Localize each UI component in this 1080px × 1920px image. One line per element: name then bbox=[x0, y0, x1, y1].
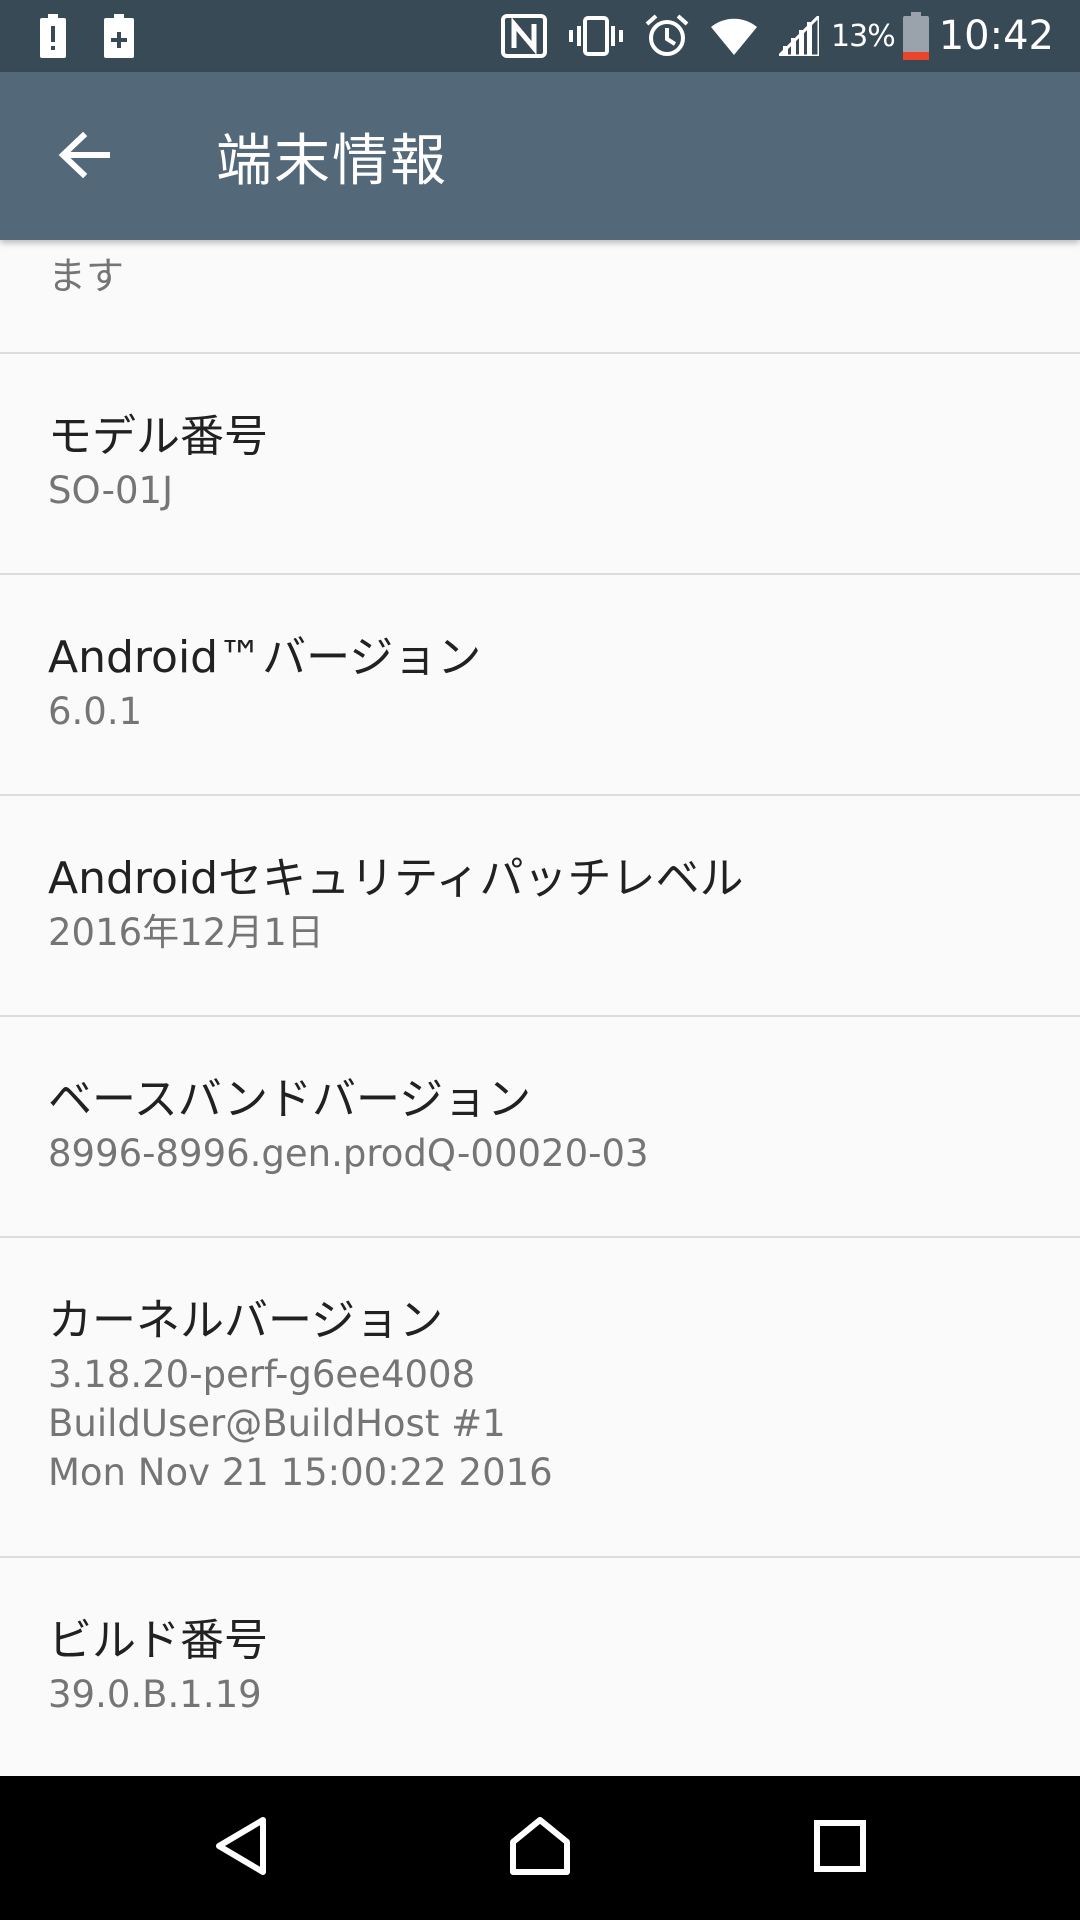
item-title: モデル番号 bbox=[48, 411, 268, 462]
battery-percent: 13% bbox=[831, 18, 896, 54]
divider bbox=[0, 352, 1080, 354]
item-summary: 6.0.1 bbox=[48, 690, 143, 733]
item-summary-line: 3.18.20-perf-g6ee4008 bbox=[48, 1353, 476, 1396]
divider bbox=[0, 573, 1080, 575]
item-summary: SO-01J bbox=[48, 469, 173, 512]
page-title: 端末情報 bbox=[216, 129, 448, 194]
list-item-security-patch-level[interactable]: Androidセキュリティパッチレベル 2016年12月1日 bbox=[0, 853, 1080, 957]
list-item-model-number[interactable]: モデル番号 SO-01J bbox=[0, 411, 1080, 515]
arrow-back-icon bbox=[57, 131, 111, 183]
clock: 10:42 bbox=[938, 13, 1054, 59]
battery-plus-icon bbox=[104, 14, 134, 58]
list-item-kernel-version[interactable]: カーネルバージョン 3.18.20-perf-g6ee4008 BuildUse… bbox=[0, 1295, 1080, 1497]
nfc-icon bbox=[501, 14, 548, 58]
list-item-clipped: ます bbox=[48, 252, 124, 300]
divider bbox=[0, 1236, 1080, 1238]
status-bar-left bbox=[40, 14, 172, 58]
nav-home-icon bbox=[508, 1816, 572, 1880]
item-title: Android™バージョン bbox=[48, 632, 482, 683]
app-bar: 端末情報 bbox=[0, 72, 1080, 240]
item-title: Androidセキュリティパッチレベル bbox=[48, 853, 744, 904]
item-title: ビルド番号 bbox=[48, 1615, 268, 1666]
item-summary-line: Mon Nov 21 15:00:22 2016 bbox=[48, 1451, 553, 1494]
list-item-build-number[interactable]: ビルド番号 39.0.B.1.19 bbox=[0, 1615, 1080, 1719]
clipped-summary: ます bbox=[48, 254, 125, 298]
screen: 13% 10:42 端末情報 ます モデル番号 SO-01J Android™バ… bbox=[0, 0, 1080, 1920]
item-title: ベースバンドバージョン bbox=[48, 1074, 532, 1125]
nav-recents-button[interactable] bbox=[780, 1798, 900, 1898]
nav-back-button[interactable] bbox=[181, 1798, 301, 1898]
navigation-bar bbox=[0, 1776, 1080, 1920]
nav-home-button[interactable] bbox=[480, 1798, 600, 1898]
nav-recents-icon bbox=[814, 1820, 866, 1876]
item-summary-line: BuildUser@BuildHost #1 bbox=[48, 1402, 506, 1445]
nav-back-icon bbox=[213, 1816, 269, 1880]
settings-list[interactable]: ます モデル番号 SO-01J Android™バージョン 6.0.1 Andr… bbox=[0, 240, 1080, 1776]
list-item-android-version[interactable]: Android™バージョン 6.0.1 bbox=[0, 632, 1080, 736]
item-title: カーネルバージョン bbox=[48, 1295, 444, 1346]
divider bbox=[0, 1556, 1080, 1558]
item-summary: 8996-8996.gen.prodQ-00020-03 bbox=[48, 1132, 649, 1175]
item-summary: 39.0.B.1.19 bbox=[48, 1673, 262, 1716]
vibrate-icon bbox=[569, 16, 624, 56]
divider bbox=[0, 1015, 1080, 1017]
back-button[interactable] bbox=[34, 112, 134, 202]
status-bar-right: 13% 10:42 bbox=[479, 12, 1054, 60]
divider bbox=[0, 794, 1080, 796]
list-item-baseband-version[interactable]: ベースバンドバージョン 8996-8996.gen.prodQ-00020-03 bbox=[0, 1074, 1080, 1178]
alarm-icon bbox=[645, 14, 689, 58]
wifi-icon bbox=[711, 17, 758, 55]
battery-alert-icon bbox=[40, 14, 66, 58]
signal-icon bbox=[779, 16, 820, 56]
status-bar: 13% 10:42 bbox=[0, 0, 1080, 72]
item-summary: 2016年12月1日 bbox=[48, 911, 324, 954]
battery-icon bbox=[902, 12, 929, 60]
